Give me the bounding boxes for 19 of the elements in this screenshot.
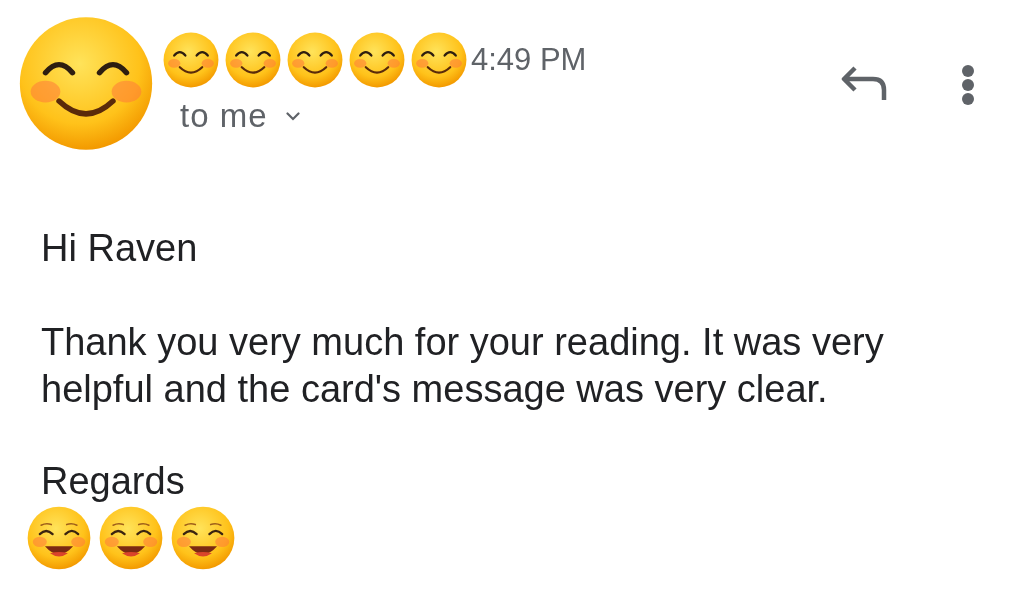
- smiling-face-icon: [287, 32, 343, 88]
- more-options-icon: [961, 65, 975, 105]
- grinning-face-icon: [27, 506, 91, 570]
- greeting-text: Hi Raven: [41, 226, 198, 271]
- grinning-face-icon: [99, 506, 163, 570]
- more-options-button[interactable]: [961, 65, 975, 105]
- grinning-face-icon: [171, 506, 235, 570]
- closing-text: Regards: [41, 460, 185, 502]
- reply-icon: [841, 65, 887, 101]
- smiling-face-icon: [18, 16, 154, 151]
- chevron-down-icon: [285, 111, 300, 121]
- smiling-face-icon: [411, 32, 467, 88]
- smiling-face-icon: [163, 32, 219, 88]
- reply-button[interactable]: [841, 65, 887, 101]
- recipients-toggle[interactable]: to me: [180, 98, 300, 134]
- message-paragraph: Thank you very much for your reading. It was very helpful and the card's message was very clear.: [41, 320, 885, 412]
- smiling-face-icon: [225, 32, 281, 88]
- smiling-face-icon: [349, 32, 405, 88]
- time-text: 4:49 PM: [471, 43, 587, 77]
